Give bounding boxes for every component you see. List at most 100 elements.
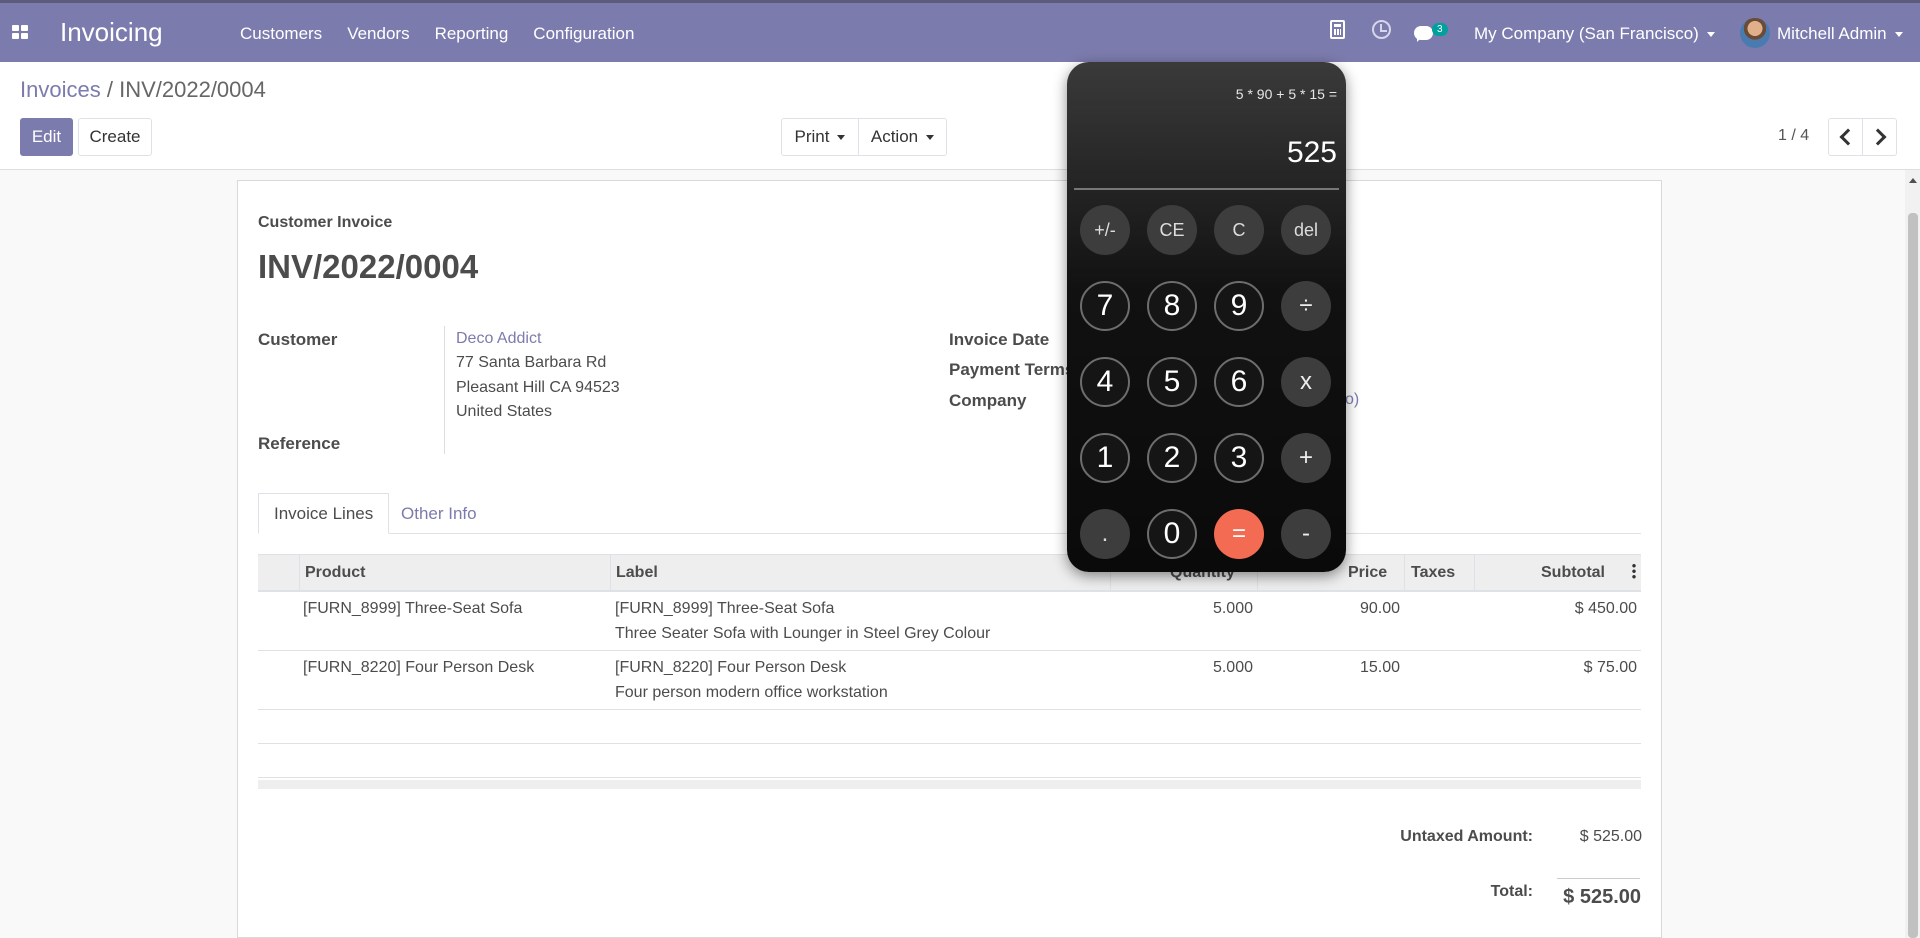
menu-customers[interactable]: Customers [240, 24, 322, 44]
calc-key-5[interactable]: 5 [1147, 357, 1197, 407]
calc-key-2[interactable]: 2 [1147, 433, 1197, 483]
column-divider [299, 555, 300, 591]
calc-key-multiply[interactable]: x [1281, 357, 1331, 407]
notebook-tabs: Invoice Lines Other Info [258, 493, 1641, 534]
calc-key-1[interactable]: 1 [1080, 433, 1130, 483]
breadcrumb-current: INV/2022/0004 [119, 77, 266, 102]
header-price[interactable]: Price [1348, 564, 1387, 582]
calculator-divider [1074, 188, 1339, 190]
table-row[interactable]: [FURN_8220] Four Person Desk [FURN_8220]… [258, 651, 1641, 710]
customer-name-link[interactable]: Deco Addict [456, 330, 541, 348]
breadcrumb-separator: / [106, 77, 113, 102]
scroll-up-arrow-icon[interactable] [1909, 178, 1917, 183]
print-label: Print [794, 127, 830, 146]
calculator-result: 525 [1286, 136, 1337, 169]
calc-key-4[interactable]: 4 [1080, 357, 1130, 407]
user-name: Mitchell Admin [1777, 24, 1887, 43]
top-navbar: Invoicing Customers Vendors Reporting Co… [0, 0, 1920, 62]
tab-invoice-lines[interactable]: Invoice Lines [258, 493, 390, 534]
caret-down-icon [1894, 32, 1903, 38]
calc-key-clear-entry[interactable]: CE [1147, 205, 1197, 255]
user-menu[interactable]: Mitchell Admin [1777, 24, 1903, 44]
row-quantity: 5.000 [1212, 659, 1253, 676]
total-label: Total: [1490, 883, 1533, 900]
table-footer [258, 780, 1641, 789]
row-price: 90.00 [1359, 600, 1400, 617]
reference-label: Reference [258, 434, 341, 453]
calc-key-negate[interactable]: +/- [1080, 205, 1130, 255]
calc-key-divide[interactable]: ÷ [1281, 281, 1331, 331]
chat-icon[interactable] [1414, 26, 1433, 42]
calc-key-7[interactable]: 7 [1080, 281, 1130, 331]
calc-key-minus[interactable]: - [1281, 509, 1331, 559]
row-quantity: 5.000 [1212, 600, 1253, 617]
caret-down-icon [1706, 32, 1715, 38]
calc-key-0[interactable]: 0 [1147, 509, 1197, 559]
caret-down-icon [926, 134, 935, 140]
user-avatar[interactable] [1740, 18, 1770, 48]
company-switcher[interactable]: My Company (San Francisco) [1474, 24, 1715, 44]
untaxed-amount-label: Untaxed Amount: [1400, 828, 1533, 845]
address-line-3: United States [456, 403, 553, 420]
address-line-1: 77 Santa Barbara Rd [456, 354, 607, 371]
action-label: Action [870, 127, 919, 146]
payment-terms-label: Payment Terms [949, 360, 1075, 379]
calculator-expression: 5 * 90 + 5 * 15 = [1235, 86, 1337, 102]
scrollbar-thumb[interactable] [1908, 213, 1918, 938]
chat-count-badge: 3 [1432, 23, 1448, 36]
field-divider [444, 326, 445, 454]
column-divider [610, 555, 611, 591]
company-link[interactable]: o) [1345, 391, 1359, 409]
calc-key-6[interactable]: 6 [1214, 357, 1264, 407]
calc-key-3[interactable]: 3 [1214, 433, 1264, 483]
edit-button[interactable]: Edit [20, 118, 73, 156]
calc-key-delete[interactable]: del [1281, 205, 1331, 255]
row-label-line-1: [FURN_8999] Three-Seat Sofa [615, 600, 835, 617]
breadcrumb-invoices[interactable]: Invoices [20, 77, 101, 102]
header-taxes[interactable]: Taxes [1411, 564, 1455, 582]
row-price: 15.00 [1359, 659, 1400, 676]
calc-key-clear[interactable]: C [1214, 205, 1264, 255]
row-label-line-1: [FURN_8220] Four Person Desk [615, 659, 847, 676]
untaxed-amount-value: $ 525.00 [1579, 828, 1642, 845]
calc-key-9[interactable]: 9 [1214, 281, 1264, 331]
empty-table-row [258, 710, 1641, 744]
calculator-icon[interactable] [1330, 20, 1345, 39]
create-button[interactable]: Create [78, 118, 152, 156]
invoice-number: INV/2022/0004 [258, 248, 479, 285]
row-product: [FURN_8999] Three-Seat Sofa [303, 600, 523, 617]
optional-columns-icon[interactable] [1632, 563, 1636, 579]
app-title[interactable]: Invoicing [60, 17, 163, 48]
pager-previous-button[interactable] [1828, 118, 1863, 156]
pager-value[interactable]: 1 / 4 [1778, 127, 1809, 145]
row-label-line-2: Three Seater Sofa with Lounger in Steel … [615, 625, 991, 642]
control-panel: Invoices / INV/2022/0004 Edit Create Pri… [0, 62, 1920, 170]
calculator-popup: 5 * 90 + 5 * 15 = 525 +/- CE C del 7 8 9… [1067, 62, 1346, 572]
calc-key-plus[interactable]: + [1281, 433, 1331, 483]
menu-vendors[interactable]: Vendors [347, 24, 409, 44]
calc-key-8[interactable]: 8 [1147, 281, 1197, 331]
header-subtotal[interactable]: Subtotal [1541, 564, 1605, 582]
address-line-2: Pleasant Hill CA 94523 [456, 379, 620, 396]
menu-reporting[interactable]: Reporting [435, 24, 509, 44]
column-divider [1474, 555, 1475, 591]
totals-divider [1557, 878, 1640, 879]
menu-configuration[interactable]: Configuration [533, 24, 634, 44]
tab-other-info[interactable]: Other Info [386, 493, 492, 534]
calc-key-equals[interactable]: = [1214, 509, 1264, 559]
header-product[interactable]: Product [305, 564, 365, 582]
invoice-type-label: Customer Invoice [258, 214, 393, 231]
calc-key-decimal[interactable]: . [1080, 509, 1130, 559]
apps-menu-icon[interactable] [12, 25, 28, 39]
print-dropdown[interactable]: Print [781, 118, 859, 156]
main-menu: Customers Vendors Reporting Configuratio… [240, 24, 634, 44]
activity-clock-icon[interactable] [1372, 20, 1391, 39]
row-product: [FURN_8220] Four Person Desk [303, 659, 535, 676]
row-subtotal: $ 450.00 [1574, 600, 1637, 617]
header-label[interactable]: Label [616, 564, 658, 582]
action-dropdown[interactable]: Action [858, 118, 947, 156]
invoice-lines-header: Product Label Quantity Price Taxes Subto… [258, 554, 1641, 592]
table-row[interactable]: [FURN_8999] Three-Seat Sofa [FURN_8999] … [258, 592, 1641, 651]
pager-next-button[interactable] [1862, 118, 1897, 156]
row-label-line-2: Four person modern office workstation [615, 684, 888, 701]
